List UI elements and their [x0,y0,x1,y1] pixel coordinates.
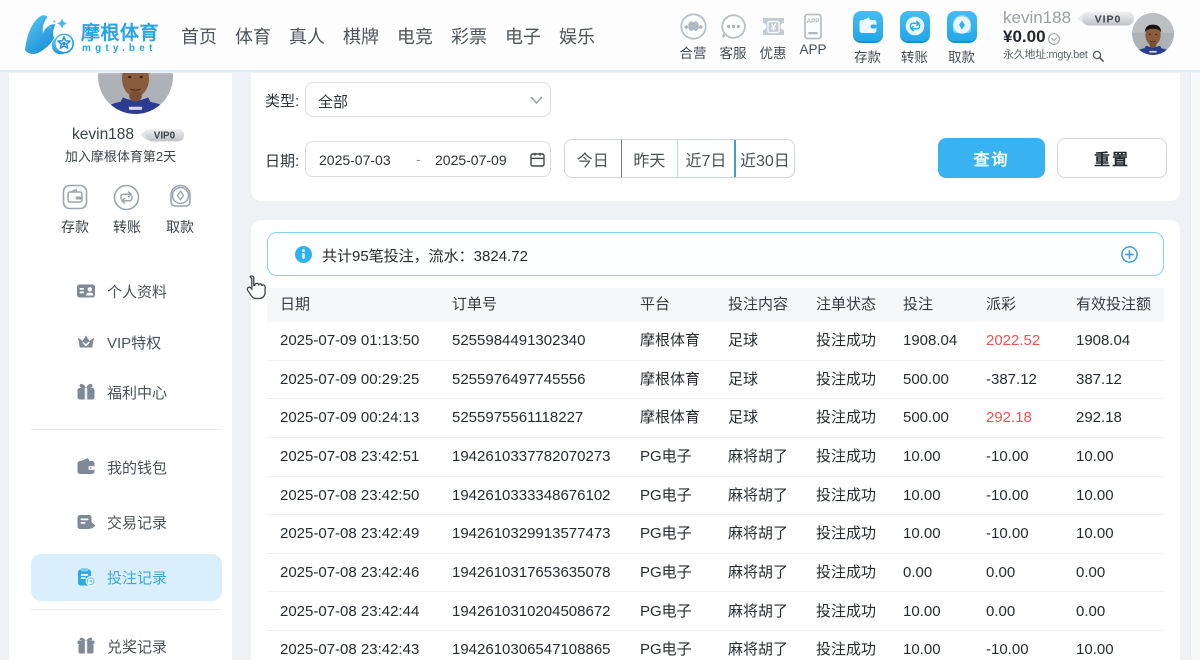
svg-text:VIP0: VIP0 [1095,14,1122,26]
svg-text:¥: ¥ [770,23,776,34]
svg-text:APP: APP [807,18,820,25]
svg-text:VIP0: VIP0 [154,130,176,141]
